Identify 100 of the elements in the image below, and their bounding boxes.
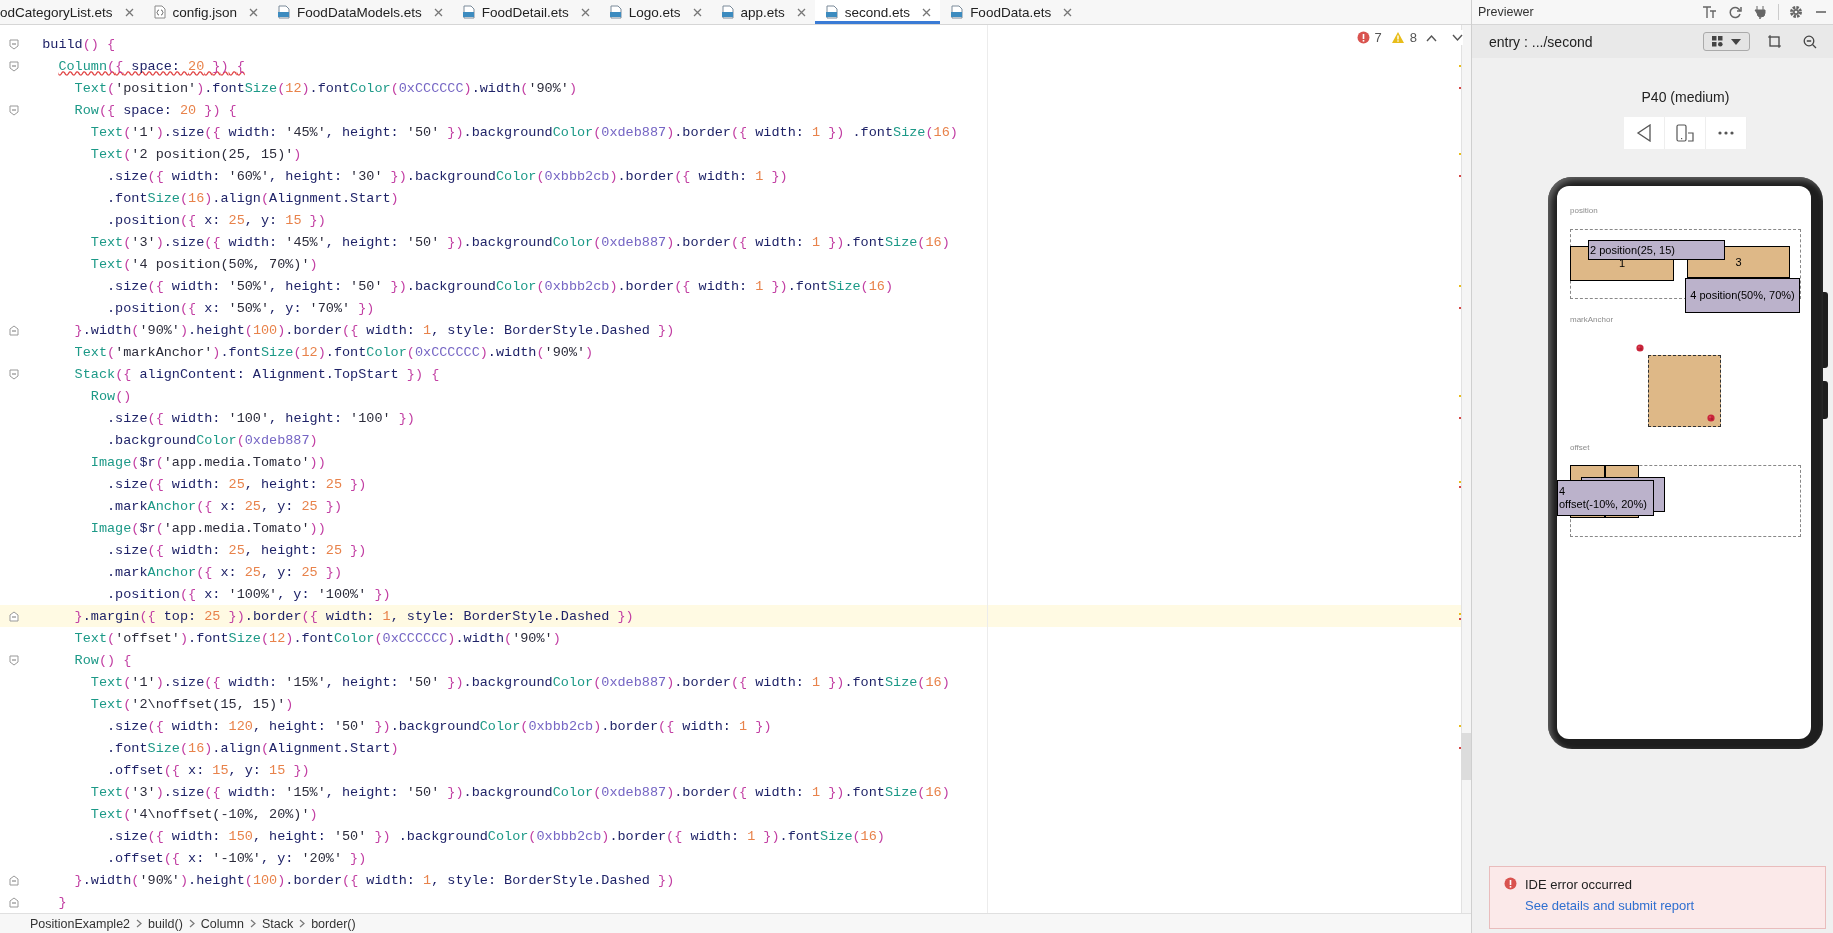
section-label: position — [1570, 206, 1598, 215]
close-icon[interactable] — [124, 7, 134, 17]
fold-icon[interactable] — [9, 610, 19, 622]
fold-icon[interactable] — [9, 324, 19, 336]
editor-tab[interactable]: app.ets — [710, 0, 815, 24]
close-icon[interactable] — [796, 7, 806, 17]
fold-icon[interactable] — [9, 896, 19, 908]
code-line: .size({ width: '100', height: '100' }) — [106, 410, 415, 426]
file-icon — [950, 5, 965, 19]
warning-count: 8 — [1409, 30, 1417, 45]
zoom-out-icon[interactable] — [1803, 34, 1817, 49]
code-line: .markAnchor({ x: 25, y: 25 }) — [106, 564, 342, 580]
more-icon — [1718, 131, 1734, 135]
tomato-icon — [1636, 344, 1644, 352]
details-link[interactable]: See details and submit report — [1525, 898, 1695, 913]
code-line: Text('offset').fontSize(12).fontColor(0xCCCCCC).width('90%') — [73, 630, 561, 646]
fold-icon[interactable] — [9, 38, 19, 50]
box-text: 2 position(25, 15) — [1590, 243, 1675, 257]
caret-icon — [1731, 38, 1741, 45]
fold-icon[interactable] — [9, 874, 19, 886]
code-line: .size({ width: '50%', height: '50' }).backgroundColor(0xbbb2cb).border({ width: 1 }).fontSize(16) — [106, 278, 894, 294]
settings-icon[interactable] — [1789, 5, 1803, 19]
json-file-icon — [152, 5, 167, 19]
editor-tab[interactable]: config.json — [142, 0, 268, 24]
code-line: Row({ space: 20 }) { — [73, 102, 237, 118]
code-line: .size({ width: 25, height: 25 }) — [106, 542, 367, 558]
fold-icon[interactable] — [9, 368, 19, 380]
code-line: }.width('90%').height(100).border({ width: 1, style: BorderStyle.Dashed }) — [73, 872, 675, 888]
editor-tab[interactable]: FoodData.ets — [940, 0, 1082, 24]
code-line: }.width('90%').height(100).border({ width: 1, style: BorderStyle.Dashed }) — [73, 322, 675, 338]
editor-tab[interactable]: FoodDetail.ets — [451, 0, 599, 24]
code-line: .offset({ x: 15, y: 15 }) — [106, 762, 310, 778]
close-icon[interactable] — [1063, 7, 1073, 17]
section-label: offset — [1570, 443, 1590, 452]
breadcrumb-item[interactable]: Stack — [261, 916, 294, 931]
chevron-right-icon — [249, 919, 256, 928]
file-icon — [277, 5, 292, 19]
breadcrumb-item[interactable]: border() — [311, 916, 356, 931]
code-line: Text('3').size({ width: '15%', height: '50' }).backgroundColor(0xdeb887).border({ width: 1 }).fontSize(16) — [89, 784, 950, 800]
code-line: Text('1').size({ width: '15%', height: '50' }).backgroundColor(0xdeb887).border({ width: 1 }).fontSize(16) — [89, 674, 950, 690]
code-line: Text('4\noffset(-10%, 20%)') — [89, 806, 318, 822]
code-line: Text('3').size({ width: '45%', height: '50' }).backgroundColor(0xdeb887).border({ width: 1 }).fontSize(16) — [89, 234, 950, 250]
editor-tab[interactable]: second.ets — [814, 0, 941, 24]
file-icon — [608, 5, 623, 19]
code-line: Row() { — [73, 652, 132, 668]
code-line: .backgroundColor(0xdeb887) — [106, 432, 318, 448]
editor-tab[interactable]: Logo.ets — [598, 0, 711, 24]
breadcrumb-item[interactable]: PositionExample2 — [30, 916, 131, 931]
code-line: .size({ width: '60%', height: '30' }).backgroundColor(0xbbb2cb).border({ width: 1 }) — [106, 168, 788, 184]
rotate-device-icon — [1676, 124, 1694, 142]
close-icon[interactable] — [580, 7, 590, 17]
code-line: Stack({ alignContent: Alignment.TopStart }) { — [73, 366, 440, 382]
code-line: .fontSize(16).align(Alignment.Start) — [106, 190, 399, 206]
code-line: .markAnchor({ x: 25, y: 25 }) — [106, 498, 342, 514]
box-text: 3 — [1735, 255, 1742, 269]
code-line: Text('1').size({ width: '45%', height: '50' }).backgroundColor(0xdeb887).border({ width: 1 }) .fontSize(16) — [89, 124, 958, 140]
error-icon — [1504, 877, 1517, 890]
code-line: } — [57, 894, 67, 910]
code-line: .offset({ x: '-10%', y: '20%' }) — [106, 850, 367, 866]
code-line: Text('4 position(50%, 70%)') — [89, 256, 318, 272]
code-line: Text('markAnchor').fontSize(12).fontColor(0xCCCCCC).width('90%') — [73, 344, 594, 360]
file-icon — [461, 5, 476, 19]
view-dropdown[interactable] — [1703, 32, 1750, 51]
code-line: Image($r('app.media.Tomato')) — [89, 520, 326, 536]
chevron-down-icon[interactable] — [1452, 33, 1463, 42]
code-line: build() { — [41, 36, 116, 52]
code-line: .fontSize(16).align(Alignment.Start) — [106, 740, 399, 756]
code-line: .position({ x: 25, y: 15 }) — [106, 212, 326, 228]
editor-tab[interactable]: odCategoryList.ets — [0, 0, 143, 24]
tomato-icon — [1707, 414, 1715, 422]
device-label: P40 (medium) — [1641, 89, 1730, 105]
code-line: Text('position').fontSize(12).fontColor(0xCCCCCC).width('90%') — [73, 80, 577, 96]
error-count: 7 — [1374, 30, 1382, 45]
close-icon[interactable] — [249, 7, 259, 17]
fold-icon[interactable] — [9, 104, 19, 116]
close-icon[interactable] — [433, 7, 443, 17]
scrollbar-thumb[interactable] — [1461, 733, 1471, 780]
file-icon — [824, 5, 839, 19]
fold-icon[interactable] — [9, 60, 19, 72]
code-line: }.margin({ top: 25 }).border({ width: 1, style: BorderStyle.Dashed }) — [73, 608, 634, 624]
frame-icon[interactable] — [1768, 35, 1781, 48]
panel-title: Previewer — [1478, 5, 1534, 19]
chevron-right-icon — [299, 919, 306, 928]
refresh-icon[interactable] — [1728, 5, 1742, 19]
code-line: Image($r('app.media.Tomato')) — [89, 454, 326, 470]
chevron-up-icon[interactable] — [1426, 33, 1437, 42]
file-icon — [720, 5, 735, 19]
code-line: Row() — [89, 388, 132, 404]
close-icon[interactable] — [922, 7, 932, 17]
grid-icon — [1712, 36, 1723, 47]
breadcrumb-item[interactable]: Column — [200, 916, 244, 931]
font-size-icon[interactable] — [1702, 5, 1716, 19]
plug-icon[interactable] — [1754, 5, 1768, 19]
box-text: 4 — [1559, 485, 1566, 498]
code-line: .position({ x: '50%', y: '70%' }) — [106, 300, 375, 316]
code-line: Text('2 position(25, 15)') — [89, 146, 302, 162]
fold-icon[interactable] — [9, 654, 19, 666]
breadcrumb-item[interactable]: build() — [148, 916, 183, 931]
close-icon[interactable] — [692, 7, 702, 17]
editor-tab[interactable]: FoodDataModels.ets — [267, 0, 452, 24]
